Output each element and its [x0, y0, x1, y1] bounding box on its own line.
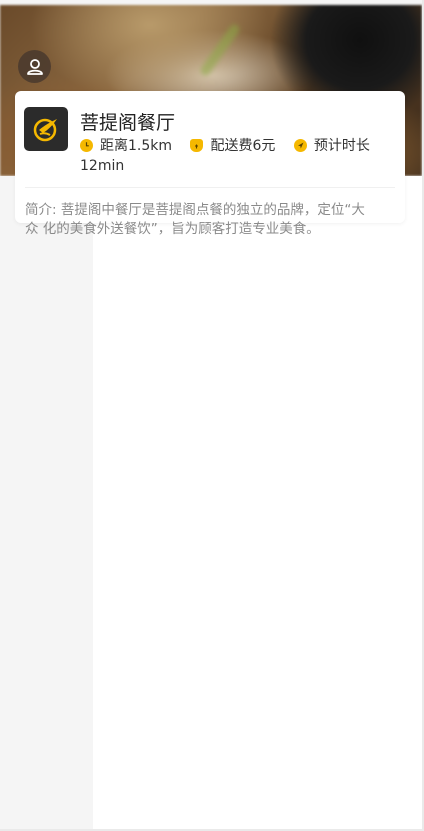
user-profile-button[interactable] — [18, 50, 51, 83]
user-icon — [26, 58, 43, 75]
category-sidebar — [0, 176, 93, 829]
store-name: 菩提阁餐厅 — [80, 112, 176, 134]
store-page: 菩提阁餐厅 距离1.5km 配送费6元 预计时长12min 简介: 菩提阁中餐厅… — [0, 0, 422, 829]
store-meta: 距离1.5km 配送费6元 预计时长12min — [80, 136, 392, 176]
menu-content-area — [93, 176, 422, 829]
money-bag-icon — [190, 139, 204, 152]
card-divider — [25, 187, 395, 188]
distance-text: 距离1.5km — [100, 138, 173, 154]
distance-info: 距离1.5km — [80, 138, 176, 154]
store-logo — [24, 107, 68, 151]
navigation-arrow-icon — [293, 139, 307, 152]
delivery-fee-text: 配送费6元 — [210, 138, 276, 154]
store-introduction: 简介: 菩提阁中餐厅是菩提阁点餐的独立的品牌，定位“大众 化的美食外送餐饮”，旨… — [25, 202, 365, 237]
clock-icon — [80, 139, 93, 152]
delivery-fee-info: 配送费6元 — [190, 138, 279, 154]
